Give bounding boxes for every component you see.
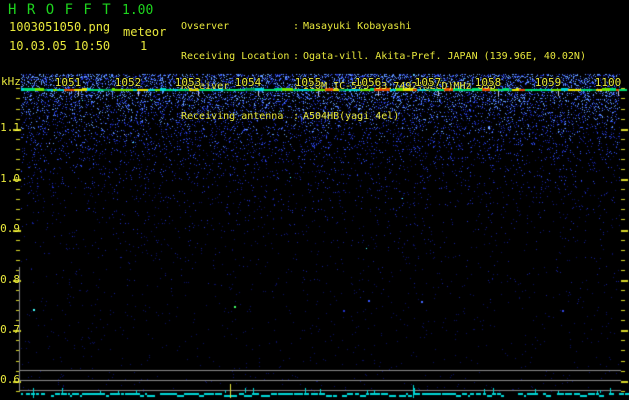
- time-tick-label: 1059: [534, 76, 562, 89]
- output-filename: 1003051050.png: [9, 20, 111, 34]
- freq-tick-label: 0.8: [0, 273, 20, 286]
- time-tick-label: 1058: [474, 76, 502, 89]
- count-value: 1: [140, 39, 148, 53]
- freq-tick-label: 0.9: [0, 222, 20, 235]
- time-tick-label: 1053: [174, 76, 202, 89]
- time-tick-label: 1054: [234, 76, 262, 89]
- time-tick-label: 1057: [414, 76, 442, 89]
- time-tick-label: 1055: [294, 76, 322, 89]
- info-value: A504HB(yagi 4el): [303, 111, 400, 122]
- info-row-observer: Ovserver: Masayuki Kobayashi: [181, 22, 586, 32]
- time-tick-label: 1100: [594, 76, 622, 89]
- info-value: Ogata-vill. Akita-Pref. JAPAN (139.96E, …: [303, 51, 586, 62]
- freq-tick-label: 1.0: [0, 172, 20, 185]
- mode-label: meteor: [123, 25, 167, 39]
- freq-tick-label: 0.7: [0, 323, 20, 336]
- time-tick-label: 1051: [54, 76, 82, 89]
- info-separator: :: [293, 51, 300, 62]
- hrofft-screen: H R O F F T 1.00 1003051050.png meteor 1…: [0, 0, 629, 400]
- time-tick-label: 1056: [354, 76, 382, 89]
- datetime-label: 10.03.05 10:50: [9, 39, 111, 53]
- info-label: Receiving antenna: [181, 111, 284, 122]
- app-title: H R O F F T: [8, 2, 112, 18]
- app-version: 1.00: [122, 3, 154, 18]
- info-separator: :: [293, 111, 300, 122]
- info-separator: :: [293, 21, 300, 32]
- info-row-antenna: Receiving antenna: A504HB(yagi 4el): [181, 112, 586, 122]
- time-tick-label: 1052: [114, 76, 142, 89]
- info-label: Receiving Location: [181, 51, 290, 62]
- y-axis-unit-label: kHz: [1, 75, 21, 88]
- info-label: Ovserver: [181, 21, 230, 32]
- freq-tick-label: 1.1: [0, 121, 20, 134]
- info-value: ICOM IC-575 53.7492(@LCD)MHz USB: [303, 81, 496, 92]
- freq-tick-label: 0.6: [0, 373, 20, 386]
- info-value: Masayuki Kobayashi: [303, 21, 412, 32]
- info-row-location: Receiving Location: Ogata-vill. Akita-Pre…: [181, 52, 586, 62]
- station-info: Ovserver: Masayuki Kobayashi Receiving Lo…: [181, 2, 586, 142]
